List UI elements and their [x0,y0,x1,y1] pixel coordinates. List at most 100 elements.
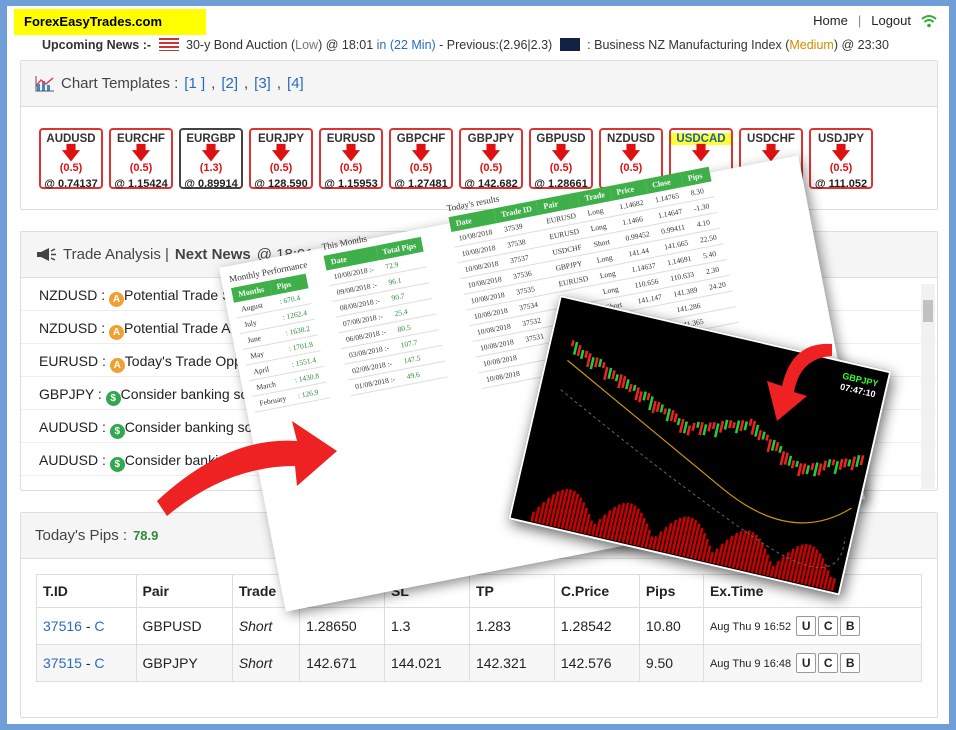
megaphone-icon [37,247,56,261]
alert-icon: A [109,292,125,307]
down-arrow-icon: 🡇 [341,143,361,163]
pair-card-gbpusd[interactable]: GBPUSD 🡇 (0.5) @ 1.28661 [529,128,593,190]
down-arrow-icon: 🡇 [131,143,151,163]
todays-pips-title: Today's Pips : [35,527,128,544]
alert-text: Potential Trade Se [124,287,240,303]
news-item-1-previous: - Previous:(2.96|2.3) [439,38,553,52]
template-link-2[interactable]: [2] [221,75,238,92]
open-price-cell: 1.28650 [299,607,385,645]
close-button[interactable]: C [818,653,839,673]
alert-icon: A [109,325,125,340]
ex-time: Aug Thu 9 16:48 [709,658,792,670]
news-label: Upcoming News :- [42,38,152,52]
breakeven-button[interactable]: B [840,616,861,636]
down-arrow-icon: 🡇 [621,143,641,163]
trade-cell: Short [231,644,301,682]
down-arrow-icon: 🡇 [61,143,81,163]
trades-table: T.ID Pair Trade SL TP C.Price Pips Ex.Time 3751… [36,574,923,682]
pair-card-eurchf[interactable]: EURCHF 🡇 (0.5) @ 1.15424 [109,128,173,190]
pair-price: @ 1.27481 [394,178,448,190]
tp-cell: 142.321 [468,644,555,682]
pair-price: @ 1.28661 [534,178,588,190]
update-button[interactable]: U [796,616,817,636]
pair-change: (0.5) [269,162,293,174]
trade-id-cell: 37516 - C [36,607,137,645]
pair-change: (0.5) [129,162,153,174]
trade-id-link[interactable]: 37515 [43,655,82,671]
sl-cell: 1.3 [384,607,470,645]
pair-card-gbpchf[interactable]: GBPCHF 🡇 (0.5) @ 1.27481 [389,128,453,190]
news-item-1-countdown: in (22 Min) [376,38,436,52]
current-price-cell: 1.28542 [553,607,640,645]
pair-card-gbpjpy[interactable]: GBPJPY 🡇 (0.5) @ 142.682 [459,128,523,190]
brand-logo[interactable]: ForexEasyTrades.com [14,9,206,35]
pair-card-eurgbp[interactable]: EURGBP 🡇 (1.3) @ 0.89914 [179,128,243,190]
alert-scrollbar[interactable] [921,284,935,489]
pair-change: (0.5) [409,162,433,174]
this-month-table: Date Total Pips 10/08/2018 :- 72.9 09/08/201… [323,236,448,396]
template-link-4[interactable]: [4] [287,75,304,92]
trade-id-link[interactable]: 37516 [43,618,82,634]
close-button[interactable]: C [818,616,839,636]
pair-change: (0.5) [479,162,503,174]
scrollbar-thumb[interactable] [923,300,933,322]
pair-change: (0.5) [829,162,853,174]
alert-pair: NZDUSD : [39,287,106,303]
trade-close-link[interactable]: C [94,655,104,671]
nz-flag-icon [559,38,580,51]
update-button[interactable]: U [796,653,817,673]
dollar-icon: $ [105,391,121,406]
pair-card-eurusd[interactable]: EURUSD 🡇 (0.5) @ 1.15953 [319,128,383,190]
pair-cell: GBPJPY [135,644,233,682]
chart-templates-title: Chart Templates : [61,75,179,92]
pair-card-audusd[interactable]: AUDUSD 🡇 (0.5) @ 0.74137 [39,128,103,190]
news-item-1-time: @ 18:01 [325,38,374,52]
upcoming-news-ticker: Upcoming News :- 30-y Bond Auction (Low)… [42,38,889,52]
trade-row: 37515 - C GBPJPY Short 142.671 144.021 1… [36,644,923,682]
tp-cell: 1.283 [468,607,555,645]
chart-templates-header: Chart Templates : [1 ], [2], [3], [4] [21,61,937,107]
col-header: Pair [135,574,233,608]
pair-price: @ 142.682 [464,178,518,190]
home-link[interactable]: Home [813,13,848,28]
ex-time-cell: Aug Thu 9 16:48 UCB [702,644,923,682]
logout-link[interactable]: Logout [871,13,911,28]
pair-price: @ 111.052 [814,178,868,190]
template-link-1[interactable]: [1 ] [184,75,205,92]
trade-close-link[interactable]: C [94,618,104,634]
pair-price: @ 0.89914 [184,178,238,190]
down-arrow-icon: 🡇 [551,143,571,163]
trade-cell: Short [231,607,301,645]
pair-price: @ 1.15953 [324,178,378,190]
red-arrow-graphic [157,421,337,516]
pair-change: (0.5) [59,162,83,174]
pips-cell: 10.80 [638,607,704,645]
news-impact-medium: Medium [789,38,834,52]
trade-row: 37516 - C GBPUSD Short 1.28650 1.3 1.283… [36,607,923,645]
col-header: Pips [638,574,704,608]
down-arrow-icon: 🡇 [691,143,711,163]
col-header: TP [468,574,555,608]
dollar-icon: $ [109,457,125,472]
alert-pair: EURUSD : [39,353,106,369]
down-arrow-icon: 🡇 [831,143,851,163]
down-arrow-icon: 🡇 [271,143,291,163]
alert-icon: A [109,358,125,373]
pair-card-usdjpy[interactable]: USDJPY 🡇 (0.5) @ 111.052 [809,128,873,190]
red-arrow-graphic-2 [767,343,832,421]
us-flag-icon [158,38,179,51]
breakeven-button[interactable]: B [840,653,861,673]
open-price-cell: 142.671 [299,644,385,682]
pair-card-eurjpy[interactable]: EURJPY 🡇 (0.5) @ 128.590 [249,128,313,190]
template-link-3[interactable]: [3] [254,75,271,92]
col-header: C.Price [553,574,640,608]
news-item-1[interactable]: 30-y Bond Auction [186,38,287,52]
pair-change: (0.5) [549,162,573,174]
pair-change: (0.5) [619,162,643,174]
app-frame: ForexEasyTrades.com Home | Logout Upcomi… [7,6,949,724]
down-arrow-icon: 🡇 [201,143,221,163]
bar-chart-icon [35,75,54,91]
news-item-2[interactable]: : Business NZ Manufacturing Index [587,38,782,52]
alert-text: Potential Trade Aler [124,320,247,336]
monthly-performance-table: Months Pips August: 670.4 July: 1262.4 June:… [231,273,330,413]
